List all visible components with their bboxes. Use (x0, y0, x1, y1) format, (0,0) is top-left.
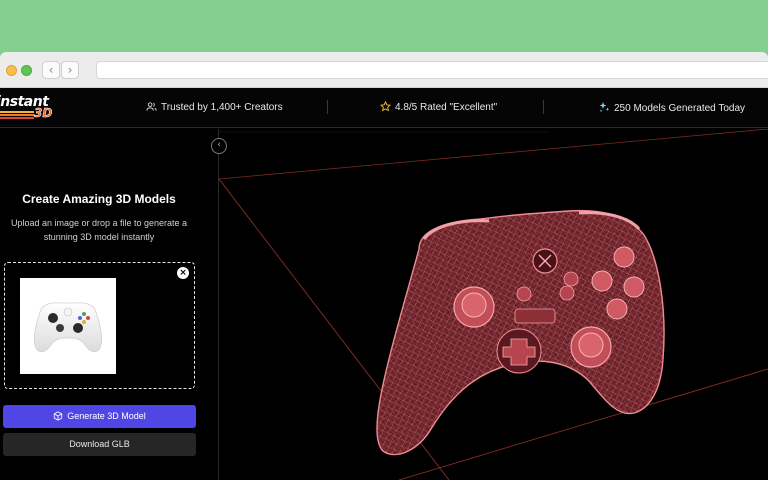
sparkles-icon (599, 102, 610, 113)
uploaded-image-thumbnail (20, 278, 116, 374)
minimize-window-button[interactable] (6, 65, 17, 76)
grid-axis-line (218, 128, 768, 180)
address-bar[interactable] (96, 61, 768, 79)
collapse-panel-button[interactable]: ‹ (211, 138, 227, 154)
browser-back-button[interactable]: ‹ (42, 61, 60, 79)
rating-stat-text: 4.8/5 Rated "Excellent" (395, 102, 498, 113)
header-bar: instant 3D Trusted by 1,400+ Creators 4.… (0, 88, 768, 128)
zoom-window-button[interactable] (21, 65, 32, 76)
generated-stat-text: 250 Models Generated Today (614, 103, 746, 114)
users-icon (146, 102, 157, 111)
rating-stat: 4.8/5 Rated "Excellent" (379, 100, 498, 113)
generate-3d-model-button[interactable]: Generate 3D Model (3, 405, 196, 428)
creators-stat: Trusted by 1,400+ Creators (146, 101, 283, 113)
browser-toolbar: ‹ › (0, 52, 768, 88)
logo-word-3d: 3D (34, 106, 53, 121)
logo-stripes (0, 111, 34, 119)
image-dropzone[interactable]: × (4, 262, 195, 389)
browser-forward-button[interactable]: › (61, 61, 79, 79)
viewport-canvas[interactable] (218, 128, 768, 480)
panel-title: Create Amazing 3D Models (22, 192, 176, 206)
panel-subtitle: Upload an image or drop a file to genera… (10, 218, 188, 242)
instant3d-logo[interactable]: instant 3D (0, 94, 66, 124)
generator-panel: Create Amazing 3D Models Upload an image… (0, 129, 219, 480)
controller-wireframe-model (376, 209, 665, 456)
creators-stat-text: Trusted by 1,400+ Creators (161, 102, 283, 113)
stat-divider (327, 100, 328, 114)
controller-image (33, 302, 103, 352)
remove-image-button[interactable]: × (177, 267, 189, 279)
star-icon (379, 100, 392, 112)
model-viewport[interactable] (218, 128, 768, 480)
cube-icon (54, 411, 63, 421)
generated-stat: 250 Models Generated Today (598, 101, 745, 114)
stat-divider (543, 100, 544, 114)
app-window: instant 3D Trusted by 1,400+ Creators 4.… (0, 88, 768, 480)
generate-button-label: Generate 3D Model (67, 411, 146, 421)
download-glb-button[interactable]: Download GLB (3, 433, 196, 456)
